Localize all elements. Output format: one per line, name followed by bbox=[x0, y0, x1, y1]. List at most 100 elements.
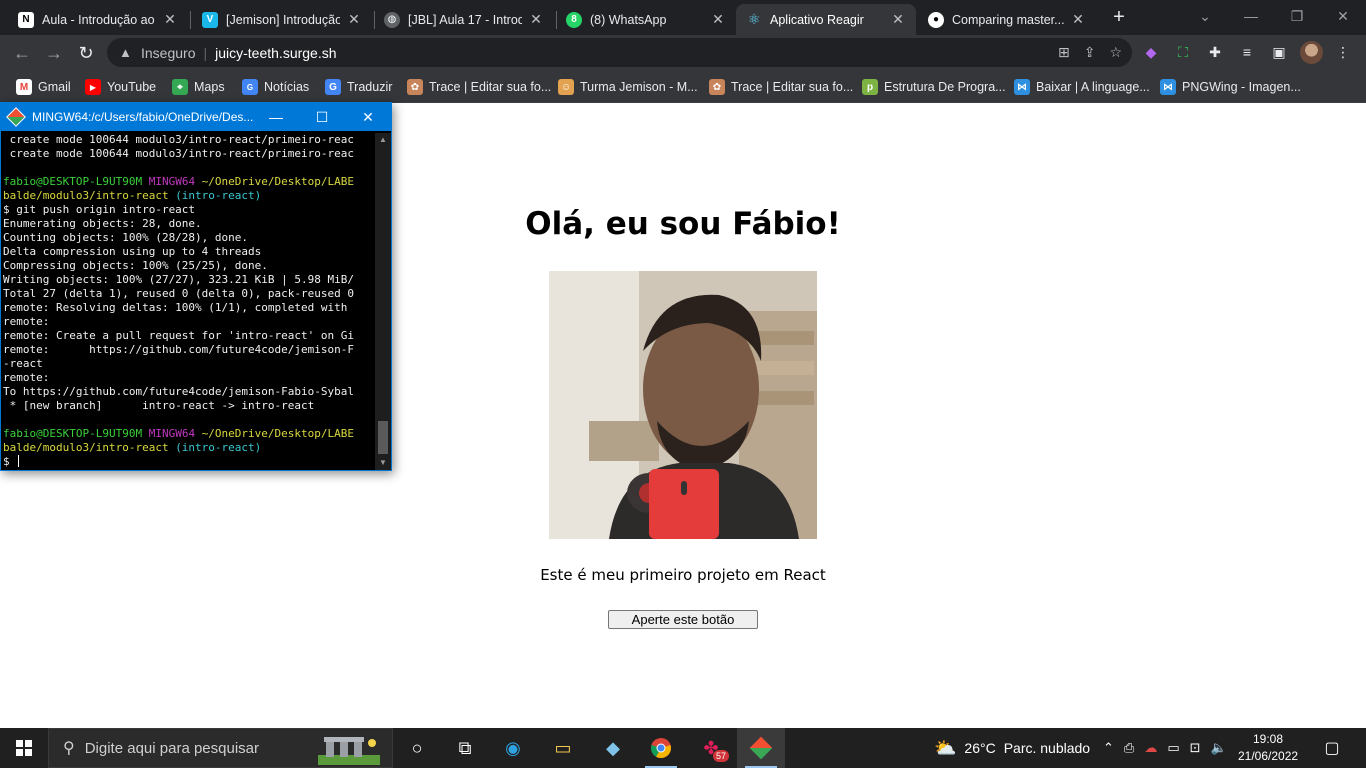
bookmark-trace-2[interactable]: ✿ Trace | Editar sua fo... bbox=[709, 76, 853, 98]
clock-date: 21/06/2022 bbox=[1238, 749, 1299, 763]
bookmark-noticias[interactable]: G Notícias bbox=[242, 76, 309, 98]
translate-icon: G bbox=[325, 79, 341, 95]
close-icon[interactable]: ✕ bbox=[345, 103, 391, 131]
chrome-icon[interactable] bbox=[637, 728, 685, 768]
extension-icon[interactable]: ◆ bbox=[1142, 43, 1160, 61]
share-icon[interactable]: ⇪ bbox=[1084, 44, 1096, 61]
sticky-app-icon[interactable]: ◆ bbox=[589, 728, 637, 768]
tab-aplicativo-reagir[interactable]: ⚛ Aplicativo Reagir ✕ bbox=[736, 4, 916, 35]
file-explorer-icon[interactable]: ▭ bbox=[539, 728, 587, 768]
close-icon[interactable]: ✕ bbox=[710, 11, 726, 28]
restore-icon[interactable]: ❐ bbox=[1274, 0, 1320, 35]
edge-icon[interactable]: ◉ bbox=[489, 728, 537, 768]
close-icon[interactable]: ✕ bbox=[346, 11, 362, 28]
onedrive-error-icon[interactable]: ☁ bbox=[1144, 740, 1157, 756]
bookmark-label: Gmail bbox=[38, 80, 71, 94]
translate-icon[interactable]: ⊞ bbox=[1058, 44, 1070, 61]
notification-icon[interactable]: ▢ bbox=[1312, 728, 1352, 768]
task-view-icon[interactable]: ⧉ bbox=[441, 728, 489, 768]
slack-icon[interactable]: ✤ 57 bbox=[687, 728, 735, 768]
bookmark-gmail[interactable]: M Gmail bbox=[16, 76, 71, 98]
close-icon[interactable]: ✕ bbox=[528, 11, 544, 28]
start-button[interactable] bbox=[0, 728, 48, 768]
meet-now-icon[interactable]: ⎙ bbox=[1124, 740, 1134, 756]
git-bash-window[interactable]: MINGW64:/c/Users/fabio/OneDrive/Des... —… bbox=[0, 102, 392, 471]
back-arrow-icon[interactable]: ← bbox=[8, 39, 36, 67]
system-clock[interactable]: 19:08 21/06/2022 bbox=[1238, 731, 1298, 765]
tab-aula-introducao[interactable]: N Aula - Introdução ao R ✕ bbox=[8, 4, 188, 35]
url-text[interactable]: juicy-teeth.surge.sh bbox=[215, 45, 336, 61]
system-tray: ⌃ ⎙ ☁ ▭ ⊡ 🔈 bbox=[1103, 728, 1227, 768]
vimeo-icon: V bbox=[202, 11, 218, 28]
tab-title: [JBL] Aula 17 - Introdu bbox=[408, 12, 522, 27]
chrome-logo-icon bbox=[651, 738, 671, 759]
terminal-text: $ git push origin intro-react bbox=[3, 203, 196, 216]
profile-photo-image bbox=[549, 271, 817, 539]
battery-icon[interactable]: ▭ bbox=[1167, 740, 1179, 756]
git-bash-taskbar-icon[interactable] bbox=[737, 728, 785, 768]
puzzle-extensions-icon[interactable]: ✚ bbox=[1206, 43, 1224, 61]
terminal-scrollbar[interactable]: ▲ ▼ bbox=[375, 133, 391, 470]
weather-widget[interactable]: ⛅ 26°C Parc. nublado bbox=[934, 728, 1090, 768]
bookmark-pngwing[interactable]: ⋈ PNGWing - Imagen... bbox=[1160, 76, 1301, 98]
profile-avatar[interactable] bbox=[1300, 41, 1323, 64]
bookmark-youtube[interactable]: ▶ YouTube bbox=[85, 76, 156, 98]
terminal-line: fabio@DESKTOP-L9UT90M MINGW64 ~/OneDrive… bbox=[3, 427, 375, 441]
globe-icon: ◍ bbox=[384, 11, 400, 28]
screenshot-extension-icon[interactable]: ⛶ bbox=[1174, 43, 1192, 61]
cortana-icon[interactable]: ○ bbox=[393, 728, 441, 768]
terminal-line: remote: Resolving deltas: 100% (1/1), co… bbox=[3, 301, 375, 315]
tab-whatsapp[interactable]: 8 (8) WhatsApp ✕ bbox=[556, 4, 736, 35]
close-icon[interactable]: ✕ bbox=[890, 11, 906, 28]
terminal-line: -react bbox=[3, 357, 375, 371]
page-description: Este é meu primeiro projeto em React bbox=[540, 566, 826, 584]
close-icon[interactable]: ✕ bbox=[1070, 11, 1086, 28]
scroll-down-icon[interactable]: ▼ bbox=[375, 456, 391, 470]
network-icon[interactable]: ⊡ bbox=[1190, 740, 1201, 756]
terminal-text: create mode 100644 modulo3/intro-react/p… bbox=[3, 147, 354, 160]
media-control-icon[interactable]: ≡ bbox=[1238, 43, 1256, 61]
new-tab-button[interactable]: + bbox=[1108, 6, 1130, 28]
minimize-icon[interactable]: — bbox=[1228, 0, 1274, 35]
bookmark-star-icon[interactable]: ☆ bbox=[1109, 44, 1122, 61]
side-panel-icon[interactable]: ▣ bbox=[1270, 43, 1288, 61]
bookmark-label: Notícias bbox=[264, 80, 310, 94]
menu-kebab-icon[interactable]: ⋮ bbox=[1334, 43, 1352, 61]
warning-icon[interactable]: ▲ bbox=[119, 45, 135, 60]
browser-toolbar: ← → ↻ ▲ Inseguro | juicy-teeth.surge.sh … bbox=[0, 35, 1366, 70]
terminal-text: balde/modulo3/intro-react bbox=[3, 189, 176, 202]
bookmark-turma-jemison[interactable]: ☺ Turma Jemison - M... bbox=[558, 76, 698, 98]
terminal-text: ~/OneDrive/Desktop/LABE bbox=[201, 175, 355, 188]
bookmark-trace-1[interactable]: ✿ Trace | Editar sua fo... bbox=[407, 76, 551, 98]
tab-jemison-introducao[interactable]: V [Jemison] Introdução à ✕ bbox=[192, 4, 372, 35]
forward-arrow-icon[interactable]: → bbox=[40, 39, 68, 67]
tab-search-icon[interactable]: ⌄ bbox=[1182, 0, 1228, 35]
terminal-text: Writing objects: 100% (27/27), 323.21 Ki… bbox=[3, 273, 354, 286]
scroll-up-icon[interactable]: ▲ bbox=[375, 133, 391, 147]
bookmark-maps[interactable]: ⌖ Maps bbox=[172, 76, 225, 98]
minimize-icon[interactable]: — bbox=[253, 103, 299, 131]
bookmark-estrutura-programacao[interactable]: p Estrutura De Progra... bbox=[862, 76, 1006, 98]
slack-badge: 57 bbox=[713, 750, 730, 762]
tab-separator bbox=[190, 11, 191, 29]
taskbar-search[interactable]: ⚲ Digite aqui para pesquisar bbox=[48, 728, 393, 768]
terminal-output[interactable]: create mode 100644 modulo3/intro-react/p… bbox=[3, 133, 375, 470]
close-icon[interactable]: ✕ bbox=[162, 11, 178, 28]
scrollbar-thumb[interactable] bbox=[378, 421, 388, 454]
address-bar[interactable]: ▲ Inseguro | juicy-teeth.surge.sh ⊞ ⇪ ☆ bbox=[107, 38, 1132, 67]
weather-temperature: 26°C bbox=[964, 740, 996, 756]
tab-jbl-aula-17[interactable]: ◍ [JBL] Aula 17 - Introdu ✕ bbox=[374, 4, 554, 35]
terminal-line: Delta compression using up to 4 threads bbox=[3, 245, 375, 259]
bookmarks-bar: M Gmail ▶ YouTube ⌖ Maps G Notícias G Tr… bbox=[0, 70, 1366, 103]
terminal-titlebar[interactable]: MINGW64:/c/Users/fabio/OneDrive/Des... —… bbox=[1, 103, 391, 131]
press-button[interactable]: Aperte este botão bbox=[608, 610, 758, 629]
reload-icon[interactable]: ↻ bbox=[72, 39, 100, 67]
tab-comparing-master[interactable]: ● Comparing master...int ✕ bbox=[918, 4, 1096, 35]
chevron-up-icon[interactable]: ⌃ bbox=[1103, 740, 1114, 756]
close-window-icon[interactable]: ✕ bbox=[1320, 0, 1366, 35]
maximize-icon[interactable]: ☐ bbox=[299, 103, 345, 131]
bookmark-baixar-linguagem[interactable]: ⋈ Baixar | A linguage... bbox=[1014, 76, 1150, 98]
volume-icon[interactable]: 🔈 bbox=[1211, 740, 1227, 756]
bookmark-traduzir[interactable]: G Traduzir bbox=[325, 76, 392, 98]
